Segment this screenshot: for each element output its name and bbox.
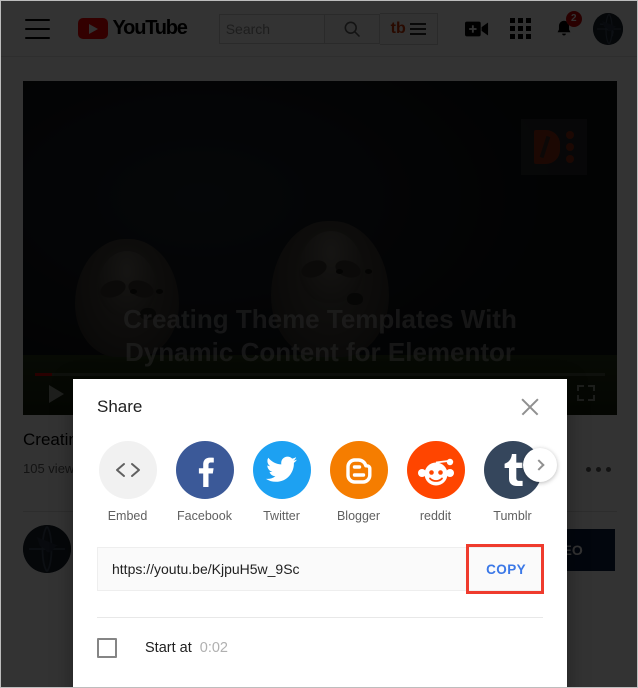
share-target-label: Blogger <box>336 509 381 523</box>
start-at-label: Start at <box>145 640 192 656</box>
code-icon <box>98 441 157 499</box>
facebook-icon <box>175 441 234 499</box>
youtube-share-screenshot: YouTube tb <box>0 0 638 688</box>
share-url-text[interactable]: https://youtu.be/KjpuH5w_9Sc <box>98 561 472 577</box>
share-targets-carousel: Embed Facebook Twitter Blogger reddit Tu… <box>97 435 557 523</box>
reddit-icon <box>406 441 465 499</box>
share-target-label: Embed <box>107 509 148 523</box>
share-target-label: Facebook <box>177 509 232 523</box>
share-target-reddit[interactable]: reddit <box>405 441 466 523</box>
share-url-row: https://youtu.be/KjpuH5w_9Sc COPY <box>97 544 544 594</box>
start-at-checkbox[interactable] <box>97 638 117 658</box>
close-icon[interactable] <box>517 394 543 420</box>
share-target-facebook[interactable]: Facebook <box>174 441 235 523</box>
copy-button[interactable]: COPY <box>472 554 540 585</box>
start-at-row: Start at 0:02 <box>97 638 543 658</box>
share-target-twitter[interactable]: Twitter <box>251 441 312 523</box>
dialog-divider <box>97 617 543 618</box>
twitter-icon <box>252 441 311 499</box>
share-dialog: Share Embed Facebook Twitter Blogger red… <box>73 379 567 687</box>
start-at-time[interactable]: 0:02 <box>200 640 228 656</box>
share-target-label: reddit <box>419 509 452 523</box>
chevron-right-icon[interactable] <box>523 448 557 482</box>
share-target-embed[interactable]: Embed <box>97 441 158 523</box>
blogger-icon <box>329 441 388 499</box>
share-target-label: Twitter <box>263 509 300 523</box>
share-dialog-header: Share <box>97 379 543 435</box>
share-target-blogger[interactable]: Blogger <box>328 441 389 523</box>
share-dialog-title: Share <box>97 397 143 416</box>
share-target-label: Tumblr <box>493 509 532 523</box>
